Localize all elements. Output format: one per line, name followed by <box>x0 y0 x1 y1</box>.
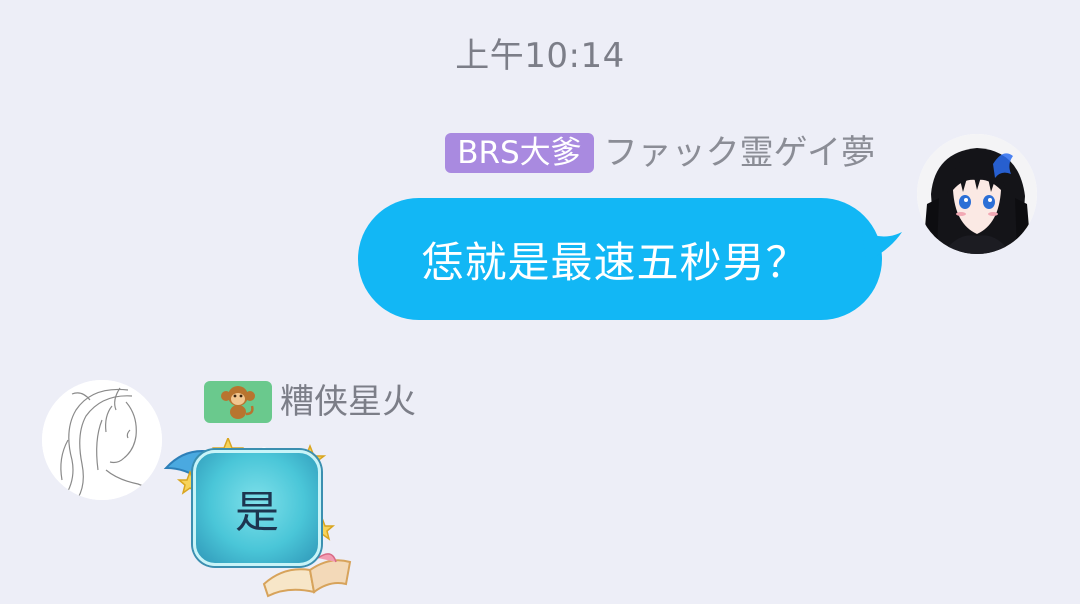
received-message-bubble[interactable]: 是 <box>193 450 321 566</box>
receiver-name[interactable]: 糟侠星火 <box>280 381 416 423</box>
sender-avatar[interactable] <box>917 134 1037 254</box>
message-timestamp: 上午10:14 <box>455 36 625 76</box>
bubble-tail-icon <box>862 230 902 262</box>
sketch-girl-avatar-icon <box>42 380 162 500</box>
receiver-avatar[interactable] <box>42 380 162 500</box>
sent-message-bubble[interactable]: 恁就是最速五秒男？ <box>358 198 882 320</box>
monkey-badge[interactable] <box>204 381 272 423</box>
member-title-badge[interactable]: BRS大爹 <box>445 133 594 173</box>
sender-meta: BRS大爹 ファック霊ゲイ夢 <box>445 133 875 173</box>
anime-girl-avatar-icon <box>917 134 1037 254</box>
monkey-icon <box>221 386 255 419</box>
sender-name[interactable]: ファック霊ゲイ夢 <box>604 133 875 173</box>
receiver-meta: 糟侠星火 <box>204 381 416 423</box>
